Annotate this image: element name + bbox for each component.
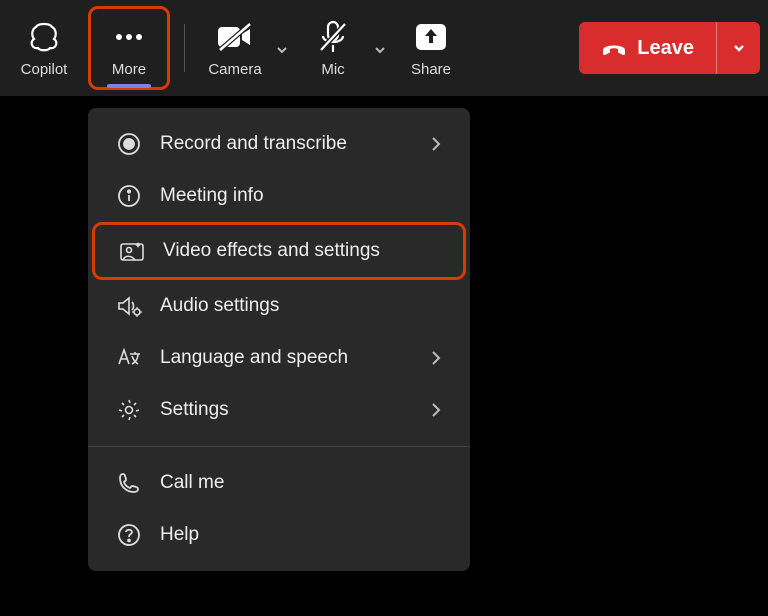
mic-button[interactable]: Mic <box>297 8 369 88</box>
menu-item-help[interactable]: Help <box>92 509 466 561</box>
more-icon <box>111 19 147 55</box>
menu-divider <box>88 446 470 447</box>
menu-label: Audio settings <box>160 295 442 317</box>
more-dropdown: Record and transcribe Meeting info Video… <box>88 108 470 571</box>
more-active-indicator <box>107 84 151 88</box>
leave-chevron[interactable] <box>716 22 760 74</box>
camera-off-icon <box>216 19 254 55</box>
menu-label: Video effects and settings <box>163 240 439 262</box>
gear-icon <box>116 397 142 423</box>
menu-item-meeting-info[interactable]: Meeting info <box>92 170 466 222</box>
copilot-label: Copilot <box>21 61 68 78</box>
leave-label: Leave <box>637 37 694 60</box>
menu-item-audio-settings[interactable]: Audio settings <box>92 280 466 332</box>
menu-item-language[interactable]: Language and speech <box>92 332 466 384</box>
share-label: Share <box>411 61 451 78</box>
phone-icon <box>116 470 142 496</box>
more-button[interactable]: More <box>88 6 170 90</box>
more-label: More <box>112 61 146 78</box>
chevron-right-icon <box>430 349 442 367</box>
leave-button[interactable]: Leave <box>579 22 716 74</box>
record-icon <box>116 131 142 157</box>
copilot-icon <box>26 19 62 55</box>
audio-settings-icon <box>116 293 142 319</box>
menu-label: Record and transcribe <box>160 133 412 155</box>
mic-chevron[interactable] <box>373 39 387 57</box>
share-icon <box>414 19 448 55</box>
meeting-toolbar: Copilot More Camera <box>0 0 768 96</box>
mic-label: Mic <box>321 61 344 78</box>
hangup-icon <box>601 38 627 58</box>
help-icon <box>116 522 142 548</box>
mic-off-icon <box>317 19 349 55</box>
menu-label: Settings <box>160 399 412 421</box>
info-icon <box>116 183 142 209</box>
menu-item-settings[interactable]: Settings <box>92 384 466 436</box>
menu-item-record[interactable]: Record and transcribe <box>92 118 466 170</box>
copilot-button[interactable]: Copilot <box>8 8 80 88</box>
chevron-right-icon <box>430 135 442 153</box>
menu-item-video-effects[interactable]: Video effects and settings <box>92 222 466 280</box>
chevron-right-icon <box>430 401 442 419</box>
toolbar-separator <box>184 24 185 72</box>
camera-label: Camera <box>208 61 261 78</box>
video-effects-icon <box>119 238 145 264</box>
menu-label: Call me <box>160 472 442 494</box>
menu-label: Help <box>160 524 442 546</box>
language-icon <box>116 345 142 371</box>
menu-label: Language and speech <box>160 347 412 369</box>
menu-item-call-me[interactable]: Call me <box>92 457 466 509</box>
menu-label: Meeting info <box>160 185 442 207</box>
camera-chevron[interactable] <box>275 39 289 57</box>
share-button[interactable]: Share <box>395 8 467 88</box>
leave-group: Leave <box>579 22 760 74</box>
camera-button[interactable]: Camera <box>199 8 271 88</box>
